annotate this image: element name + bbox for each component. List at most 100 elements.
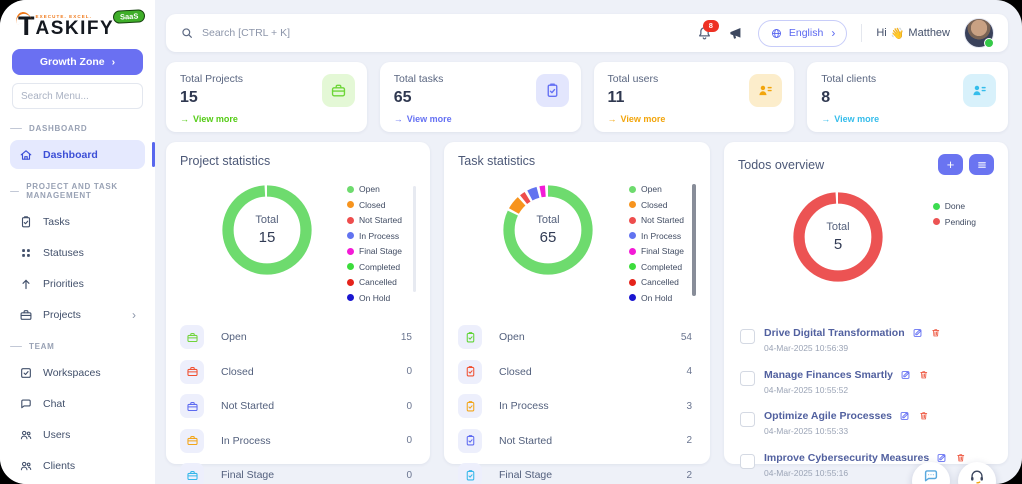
project-legend: Open Closed Not Started In Process Final Sta… xyxy=(347,184,402,308)
view-more-link[interactable]: → View more xyxy=(180,114,353,124)
legend-item-final-stage: Final Stage xyxy=(347,246,402,256)
sidebar-item-dashboard[interactable]: Dashboard xyxy=(10,140,155,170)
legend-label: Completed xyxy=(359,261,401,272)
legend-dot xyxy=(629,201,636,208)
sidebar-item-label: Projects xyxy=(43,308,81,321)
clipboard-icon xyxy=(458,394,482,419)
headset-icon xyxy=(968,467,986,484)
todo-timestamp: 04-Mar-2025 10:55:33 xyxy=(764,426,849,436)
briefcase-icon xyxy=(19,308,33,322)
announcements-button[interactable] xyxy=(727,25,744,42)
legend-dot xyxy=(629,216,636,224)
add-todo-button[interactable]: + xyxy=(938,154,963,175)
sidebar-item-users[interactable]: Users xyxy=(10,420,145,449)
avatar[interactable] xyxy=(964,18,994,48)
todo-checkbox[interactable] xyxy=(740,329,755,344)
sidebar-search-input[interactable] xyxy=(12,83,143,110)
legend-label: In Process xyxy=(359,230,400,241)
sidebar-item-chat[interactable]: Chat xyxy=(10,389,145,418)
donut-center: Total 65 xyxy=(496,178,600,282)
arrow-right-icon: → xyxy=(393,114,403,124)
status-label: In Process xyxy=(499,400,549,413)
legend-item-closed: Closed xyxy=(629,200,684,210)
notifications-button[interactable]: 8 xyxy=(696,19,719,42)
sidebar-item-workspaces[interactable]: Workspaces xyxy=(10,358,145,387)
sidebar-item-label: Dashboard xyxy=(43,148,98,161)
sidebar-item-label: Priorities xyxy=(43,277,84,290)
legend-item-closed: Closed xyxy=(347,200,402,210)
edit-icon[interactable] xyxy=(900,369,912,381)
status-row-open: Open 15 xyxy=(180,320,416,355)
search-icon xyxy=(180,26,194,40)
donut-total-value: 5 xyxy=(833,236,843,253)
todo-checkbox[interactable] xyxy=(740,370,755,386)
project-donut: Total 15 xyxy=(215,178,319,282)
sidebar-item-clients[interactable]: Clients xyxy=(10,451,145,480)
legend-scrollbar[interactable] xyxy=(691,184,696,296)
legend-label: Completed xyxy=(641,261,683,272)
stat-card-total-users: Total users 11 → View more xyxy=(593,62,795,132)
language-selector[interactable]: English › xyxy=(757,19,848,47)
card-title: Task statistics xyxy=(458,154,536,168)
nav-section-label: PROJECT AND TASK MANAGEMENT xyxy=(0,171,155,205)
greeting: Hi 👋 Matthew xyxy=(876,27,950,40)
todo-checkbox[interactable] xyxy=(740,412,755,427)
edit-icon[interactable] xyxy=(912,327,924,339)
status-count: 4 xyxy=(686,366,692,378)
legend-label: Pending xyxy=(944,216,976,227)
legend-dot xyxy=(347,232,354,239)
view-more-link[interactable]: → View more xyxy=(821,114,994,124)
online-status-dot xyxy=(984,38,994,48)
status-count: 15 xyxy=(400,331,412,343)
status-label: Not Started xyxy=(221,400,275,413)
donut-total-value: 65 xyxy=(539,229,557,246)
edit-icon[interactable] xyxy=(936,452,948,464)
briefcase-icon xyxy=(180,463,204,484)
legend-item-open: Open xyxy=(629,184,684,194)
legend-item-done: Done xyxy=(932,201,976,211)
legend-item-final-stage: Final Stage xyxy=(629,246,684,256)
sidebar-item-label: Clients xyxy=(43,459,76,472)
growth-zone-button[interactable]: Growth Zone › xyxy=(12,49,143,76)
sidebar-item-priorities[interactable]: Priorities xyxy=(10,269,145,298)
todo-title: Improve Cybersecurity Measures xyxy=(764,451,930,464)
edit-icon[interactable] xyxy=(899,410,911,422)
legend-item-not-started: Not Started xyxy=(629,215,684,225)
dash-icon xyxy=(10,128,22,130)
status-row-final-stage: Final Stage 2 xyxy=(458,458,696,484)
project-chart-area: Total 15 Open Closed Not Started In Process F… xyxy=(180,172,416,312)
sidebar-item-projects[interactable]: Projects › xyxy=(10,300,145,329)
todo-list-button[interactable] xyxy=(969,154,994,175)
sidebar-item-tasks[interactable]: Tasks xyxy=(10,207,145,236)
logo-letter-t: T xyxy=(18,10,35,41)
status-label: Open xyxy=(221,331,247,344)
clipboard-icon xyxy=(458,325,482,350)
legend-item-completed: Completed xyxy=(629,262,684,272)
legend-dot xyxy=(629,278,636,286)
legend-dot xyxy=(347,216,354,224)
trash-icon[interactable] xyxy=(918,410,930,422)
list-icon xyxy=(976,159,988,171)
legend-label: Open xyxy=(641,184,662,194)
view-more-link[interactable]: → View more xyxy=(608,114,781,124)
todo-checkbox[interactable] xyxy=(740,453,755,469)
megaphone-icon xyxy=(727,25,744,42)
legend-dot xyxy=(347,263,354,270)
sidebar-item-label: Workspaces xyxy=(43,366,101,379)
task-statistics-card: Task statistics Total 65 Open Closed Not St… xyxy=(444,142,710,484)
global-search[interactable]: Search [CTRL + K] xyxy=(180,26,686,40)
trash-icon[interactable] xyxy=(955,452,967,464)
view-more-link[interactable]: → View more xyxy=(394,114,567,124)
legend-dot xyxy=(347,278,354,286)
todo-title: Manage Finances Smartly xyxy=(764,368,893,381)
sidebar-item-statuses[interactable]: Statuses xyxy=(10,238,145,267)
legend-scrollbar[interactable] xyxy=(413,186,416,292)
status-row-open: Open 54 xyxy=(458,320,696,355)
trash-icon[interactable] xyxy=(918,369,930,381)
trash-icon[interactable] xyxy=(930,327,942,339)
status-label: Closed xyxy=(499,365,532,378)
clipboard-icon xyxy=(458,428,482,453)
task-legend: Open Closed Not Started In Process Final Sta… xyxy=(629,184,684,308)
legend-label: On Hold xyxy=(359,292,391,303)
legend-label: In Process xyxy=(641,230,682,241)
